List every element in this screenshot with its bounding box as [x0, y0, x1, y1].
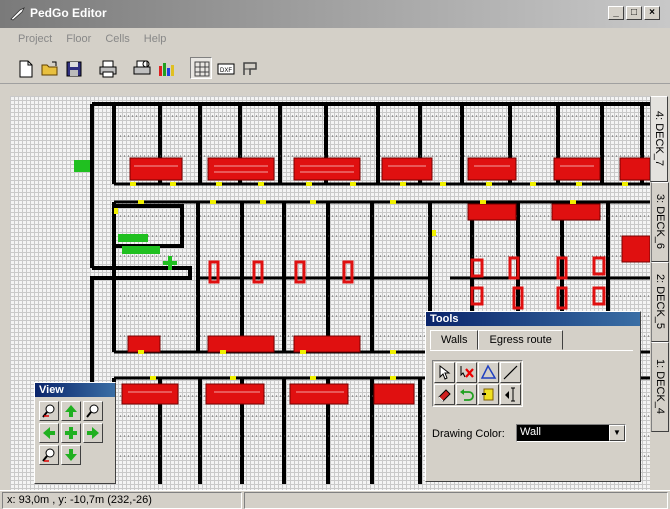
undo-tool-button[interactable]: [456, 384, 477, 405]
route-icon: [243, 62, 257, 75]
deck-tab-strip: 4: DECK_7 3: DECK_6 2: DECK_5 1: DECK_4: [650, 96, 670, 490]
menu-project[interactable]: Project: [18, 33, 52, 45]
drawing-color-value: Wall: [520, 426, 541, 438]
pan-right-button[interactable]: [83, 423, 103, 443]
print-preview-icon: [133, 60, 151, 75]
window-controls: _ □ ×: [608, 6, 660, 20]
menu-bar: Project Floor Cells Help: [0, 28, 670, 50]
crosshair-icon: [65, 427, 77, 439]
measure-tool-button[interactable]: [500, 384, 521, 405]
print-preview-button[interactable]: [130, 57, 152, 79]
tools-palette-title[interactable]: Tools: [426, 312, 640, 326]
svg-text:DXF: DXF: [220, 68, 232, 74]
tab-deck-6[interactable]: 3: DECK_6: [651, 182, 669, 262]
chevron-down-icon[interactable]: ▼: [609, 425, 625, 441]
maximize-button[interactable]: □: [626, 6, 642, 20]
color-chart-icon: [159, 63, 174, 76]
tab-deck-7[interactable]: 4: DECK_7: [650, 96, 668, 182]
status-pane-empty: [244, 492, 668, 509]
pedgo-editor-window: PedGo Editor _ □ × Project Floor Cells H…: [0, 0, 670, 509]
tools-palette: Tools Walls Egress route Drawing Color: …: [425, 311, 641, 482]
zoom-out-icon: [42, 448, 55, 462]
select-tool-button[interactable]: [434, 362, 455, 383]
color-chart-button[interactable]: [154, 57, 176, 79]
grid-toggle-button[interactable]: [190, 57, 212, 79]
pan-down-button[interactable]: [61, 445, 81, 465]
line-tool-button[interactable]: [500, 362, 521, 383]
menu-floor[interactable]: Floor: [66, 33, 91, 45]
new-file-button[interactable]: [14, 57, 36, 79]
open-folder-icon: [41, 61, 58, 76]
door-tool-button[interactable]: [478, 384, 499, 405]
view-controls: [39, 401, 103, 465]
polygon-tool-button[interactable]: [478, 362, 499, 383]
arrow-right-icon: [87, 427, 99, 439]
minimize-button[interactable]: _: [608, 6, 624, 20]
app-icon: [10, 7, 26, 21]
menu-cells[interactable]: Cells: [105, 33, 129, 45]
status-bar: x: 93,0m , y: -10,7m (232,-26): [0, 490, 670, 509]
toolbar: DXF: [0, 54, 670, 84]
undo-icon: [460, 389, 474, 401]
title-bar[interactable]: PedGo Editor _ □ ×: [0, 0, 670, 28]
menu-help[interactable]: Help: [144, 33, 167, 45]
zoom-window-button[interactable]: [83, 401, 103, 421]
grid-icon: [194, 61, 210, 77]
door-tool-icon: [482, 388, 494, 401]
view-palette: View: [34, 382, 116, 484]
tools-tab-strip: Walls Egress route: [430, 330, 563, 350]
zoom-in-button[interactable]: [39, 401, 59, 421]
drawing-color-label: Drawing Color:: [432, 428, 505, 440]
open-button[interactable]: [38, 57, 60, 79]
eraser-tool-button[interactable]: [434, 384, 455, 405]
tab-walls[interactable]: Walls: [430, 330, 479, 350]
zoom-out-button[interactable]: [39, 445, 59, 465]
magnifier-icon: [86, 404, 99, 418]
polygon-icon: [480, 364, 497, 379]
arrow-up-icon: [65, 405, 77, 417]
print-icon: [99, 60, 117, 78]
tab-deck-5[interactable]: 2: DECK_5: [651, 262, 669, 342]
delete-icon: [460, 366, 474, 378]
save-button[interactable]: [62, 57, 84, 79]
pan-up-button[interactable]: [61, 401, 81, 421]
measure-tool-icon: [505, 387, 515, 402]
delete-tool-button[interactable]: [456, 362, 477, 383]
dxf-icon: DXF: [217, 63, 235, 75]
arrow-left-icon: [43, 427, 55, 439]
dxf-button[interactable]: DXF: [214, 57, 236, 79]
window-title: PedGo Editor: [30, 6, 107, 20]
pan-left-button[interactable]: [39, 423, 59, 443]
line-icon: [503, 365, 518, 380]
print-button[interactable]: [96, 57, 118, 79]
arrow-down-icon: [65, 449, 77, 461]
tab-divider: [430, 350, 633, 351]
select-pointer-icon: [439, 364, 451, 380]
tab-egress-route[interactable]: Egress route: [478, 330, 563, 350]
coordinate-readout: x: 93,0m , y: -10,7m (232,-26): [2, 492, 242, 509]
route-button[interactable]: [238, 57, 260, 79]
eraser-icon: [438, 389, 451, 402]
view-palette-title[interactable]: View: [35, 383, 115, 397]
new-file-icon: [19, 60, 33, 78]
drawing-color-select[interactable]: Wall ▼: [516, 424, 626, 442]
pan-center-button[interactable]: [61, 423, 81, 443]
close-button[interactable]: ×: [644, 6, 660, 20]
tool-buttons: [432, 360, 523, 407]
tab-deck-4[interactable]: 1: DECK_4: [651, 342, 669, 432]
save-icon: [66, 61, 82, 77]
zoom-in-icon: [42, 404, 55, 418]
